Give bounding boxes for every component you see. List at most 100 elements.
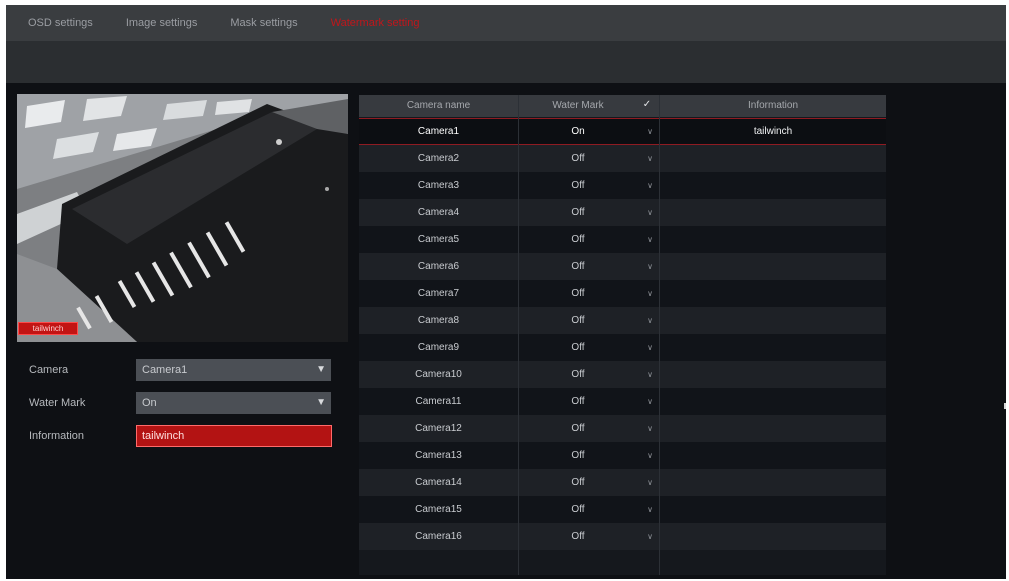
mouse-cursor bbox=[1004, 403, 1006, 409]
water-mark-cell[interactable]: Off ∨ bbox=[519, 307, 659, 334]
water-mark-cell[interactable]: Off ∨ bbox=[519, 415, 659, 442]
tab-osd-settings[interactable]: OSD settings bbox=[28, 17, 93, 29]
table-row[interactable]: Camera15 Off ∨ bbox=[359, 496, 886, 523]
information-cell bbox=[660, 253, 886, 280]
watermark-row: Water Mark On ▼ bbox=[6, 392, 348, 416]
camera-name-cell: Camera16 bbox=[415, 531, 462, 542]
camera-name-cell: Camera15 bbox=[415, 504, 462, 515]
chevron-down-icon[interactable]: ∨ bbox=[647, 523, 653, 550]
camera-select-value: Camera1 bbox=[142, 364, 188, 376]
nvr-screen: OSD settings Image settings Mask setting… bbox=[6, 5, 1006, 579]
water-mark-value: Off bbox=[571, 477, 585, 488]
information-cell bbox=[660, 145, 886, 172]
water-mark-cell[interactable]: Off ∨ bbox=[519, 442, 659, 469]
chevron-down-icon[interactable]: ∨ bbox=[647, 280, 653, 307]
water-mark-value: Off bbox=[571, 369, 585, 380]
water-mark-cell[interactable]: Off ∨ bbox=[519, 496, 659, 523]
information-input[interactable] bbox=[136, 425, 332, 447]
chevron-down-icon[interactable]: ∨ bbox=[647, 199, 653, 226]
water-mark-cell[interactable]: Off ∨ bbox=[519, 226, 659, 253]
camera-name-cell: Camera4 bbox=[417, 207, 460, 218]
watermark-label: Water Mark bbox=[29, 397, 86, 409]
chevron-down-icon[interactable]: ∨ bbox=[647, 334, 653, 361]
column-divider bbox=[659, 95, 660, 575]
water-mark-cell[interactable]: Off ∨ bbox=[519, 361, 659, 388]
table-row[interactable]: Camera4 Off ∨ bbox=[359, 199, 886, 226]
table-row[interactable]: Camera10 Off ∨ bbox=[359, 361, 886, 388]
toolbar-strip bbox=[6, 41, 1006, 83]
table-row[interactable]: Camera16 Off ∨ bbox=[359, 523, 886, 550]
water-mark-cell[interactable]: Off ∨ bbox=[519, 523, 659, 550]
water-mark-cell[interactable]: Off ∨ bbox=[519, 145, 659, 172]
camera-name-cell: Camera1 bbox=[417, 126, 460, 137]
camera-preview: tailwinch bbox=[17, 94, 348, 342]
settings-tab-bar: OSD settings Image settings Mask setting… bbox=[6, 5, 1006, 41]
chevron-down-icon[interactable]: ∨ bbox=[647, 118, 653, 145]
table-row[interactable]: Camera1 On ∨ tailwinch bbox=[359, 118, 886, 145]
information-cell bbox=[660, 361, 886, 388]
chevron-down-icon[interactable]: ∨ bbox=[647, 172, 653, 199]
water-mark-cell[interactable]: Off ∨ bbox=[519, 334, 659, 361]
water-mark-cell[interactable]: Off ∨ bbox=[519, 253, 659, 280]
watermark-badge: tailwinch bbox=[18, 322, 78, 335]
camera-name-cell: Camera2 bbox=[417, 153, 460, 164]
table-row[interactable]: Camera3 Off ∨ bbox=[359, 172, 886, 199]
chevron-down-icon[interactable]: ∨ bbox=[647, 226, 653, 253]
water-mark-cell[interactable]: Off ∨ bbox=[519, 199, 659, 226]
chevron-down-icon[interactable]: ∨ bbox=[647, 496, 653, 523]
camera-name-cell: Camera11 bbox=[415, 396, 462, 407]
water-mark-cell[interactable]: Off ∨ bbox=[519, 388, 659, 415]
tab-image-settings[interactable]: Image settings bbox=[126, 17, 198, 29]
watermark-select[interactable]: On ▼ bbox=[136, 392, 331, 414]
table-row[interactable]: Camera8 Off ∨ bbox=[359, 307, 886, 334]
chevron-down-icon[interactable]: ∨ bbox=[647, 145, 653, 172]
camera-name-cell: Camera10 bbox=[415, 369, 462, 380]
information-cell bbox=[660, 496, 886, 523]
water-mark-value: Off bbox=[571, 153, 585, 164]
water-mark-value: Off bbox=[571, 180, 585, 191]
header-camera-name: Camera name bbox=[406, 100, 471, 111]
camera-name-cell: Camera3 bbox=[417, 180, 460, 191]
checkmark-icon[interactable]: ✓ bbox=[641, 99, 653, 111]
chevron-down-icon[interactable]: ∨ bbox=[647, 469, 653, 496]
information-cell bbox=[660, 172, 886, 199]
water-mark-value: Off bbox=[571, 261, 585, 272]
information-cell bbox=[660, 469, 886, 496]
camera-name-cell: Camera9 bbox=[417, 342, 460, 353]
table-row[interactable]: Camera12 Off ∨ bbox=[359, 415, 886, 442]
water-mark-value: Off bbox=[571, 207, 585, 218]
water-mark-value: Off bbox=[571, 234, 585, 245]
table-row[interactable]: Camera5 Off ∨ bbox=[359, 226, 886, 253]
water-mark-cell[interactable]: On ∨ bbox=[519, 118, 659, 145]
water-mark-value: Off bbox=[571, 504, 585, 515]
tab-mask-settings[interactable]: Mask settings bbox=[230, 17, 297, 29]
chevron-down-icon[interactable]: ∨ bbox=[647, 388, 653, 415]
table-row[interactable]: Camera11 Off ∨ bbox=[359, 388, 886, 415]
camera-name-cell: Camera6 bbox=[417, 261, 460, 272]
chevron-down-icon[interactable]: ∨ bbox=[647, 253, 653, 280]
camera-name-cell: Camera13 bbox=[415, 450, 462, 461]
table-row[interactable]: Camera2 Off ∨ bbox=[359, 145, 886, 172]
water-mark-cell[interactable]: Off ∨ bbox=[519, 280, 659, 307]
chevron-down-icon[interactable]: ∨ bbox=[647, 307, 653, 334]
camera-select[interactable]: Camera1 ▼ bbox=[136, 359, 331, 381]
table-row[interactable]: Camera13 Off ∨ bbox=[359, 442, 886, 469]
camera-row: Camera Camera1 ▼ bbox=[6, 359, 348, 383]
table-row[interactable]: Camera7 Off ∨ bbox=[359, 280, 886, 307]
table-row[interactable]: Camera14 Off ∨ bbox=[359, 469, 886, 496]
water-mark-cell[interactable]: Off ∨ bbox=[519, 172, 659, 199]
table-row[interactable]: Camera9 Off ∨ bbox=[359, 334, 886, 361]
information-cell bbox=[660, 334, 886, 361]
chevron-down-icon[interactable]: ∨ bbox=[647, 415, 653, 442]
chevron-down-icon[interactable]: ∨ bbox=[647, 442, 653, 469]
column-divider bbox=[518, 95, 519, 575]
chevron-down-icon[interactable]: ∨ bbox=[647, 361, 653, 388]
water-mark-value: Off bbox=[571, 342, 585, 353]
table-row[interactable]: Camera6 Off ∨ bbox=[359, 253, 886, 280]
watermark-table: Camera name Water Mark ✓ Information Cam… bbox=[359, 95, 886, 575]
water-mark-cell[interactable]: Off ∨ bbox=[519, 469, 659, 496]
tab-watermark-settings[interactable]: Watermark setting bbox=[331, 17, 420, 29]
water-mark-value: Off bbox=[571, 288, 585, 299]
information-row: Information bbox=[6, 425, 348, 449]
table-header: Camera name Water Mark ✓ Information bbox=[359, 95, 886, 117]
